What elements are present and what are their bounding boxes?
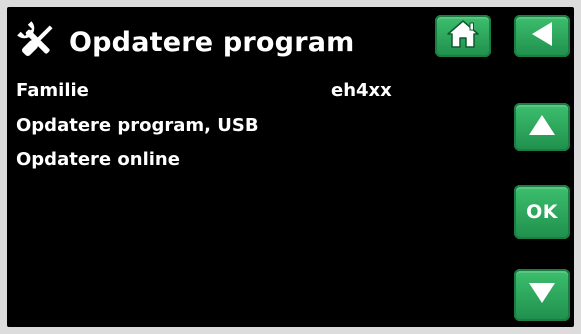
- page-title: Opdatere program: [69, 27, 355, 58]
- back-button[interactable]: [514, 15, 570, 57]
- tools-icon: [15, 21, 59, 61]
- menu-item-familie[interactable]: Familie eh4xx: [16, 80, 392, 101]
- ok-button-label: OK: [526, 201, 558, 223]
- menu-item-label: Opdatere program, USB: [16, 115, 259, 136]
- up-button[interactable]: [514, 103, 570, 151]
- ok-button[interactable]: OK: [514, 185, 570, 239]
- arrow-down-icon: [527, 281, 557, 309]
- back-arrow-icon: [529, 20, 555, 52]
- home-button[interactable]: [435, 15, 491, 57]
- arrow-up-icon: [527, 113, 557, 141]
- menu-item-update-usb[interactable]: Opdatere program, USB: [16, 115, 259, 136]
- menu-item-label: Opdatere online: [16, 149, 180, 170]
- menu-item-value: eh4xx: [331, 80, 392, 101]
- menu-item-label: Familie: [16, 80, 89, 101]
- home-icon: [446, 19, 480, 53]
- menu-item-update-online[interactable]: Opdatere online: [16, 149, 180, 170]
- down-button[interactable]: [514, 269, 570, 321]
- display-screen: Opdatere program Familie eh4xx Opdatere …: [7, 7, 574, 327]
